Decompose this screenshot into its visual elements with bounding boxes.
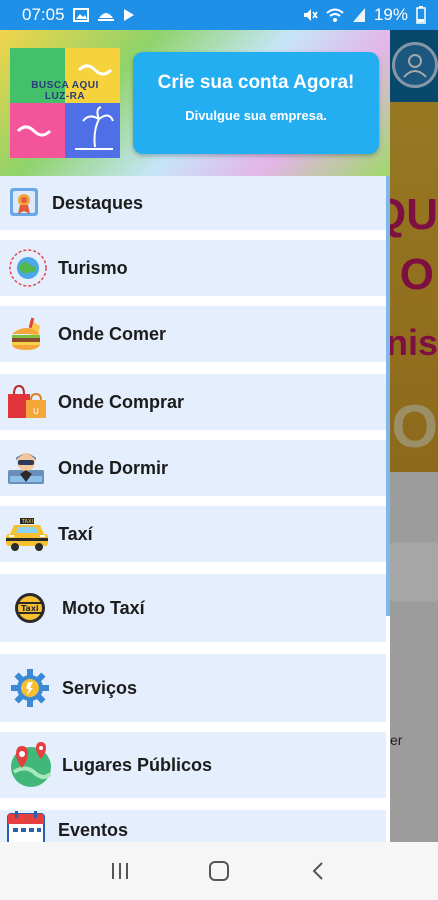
- svg-text:Taxi: Taxi: [21, 604, 39, 613]
- menu-item-onde-comer[interactable]: Onde Comer: [0, 306, 386, 362]
- food-icon: [8, 314, 48, 354]
- moto-taxi-icon: Taxi: [14, 592, 46, 624]
- menu-label-onde-dormir: Onde Dormir: [58, 457, 169, 478]
- menu-item-servicos[interactable]: Serviços: [0, 654, 386, 722]
- create-account-button[interactable]: Crie sua conta Agora! Divulgue sua empre…: [133, 52, 379, 154]
- create-account-title: Crie sua conta Agora!: [157, 72, 355, 93]
- status-time: 07:05: [22, 5, 65, 24]
- menu-label-lugares-publicos: Lugares Públicos: [62, 754, 213, 775]
- mute-icon: [302, 7, 318, 23]
- menu-label-destaques: Destaques: [52, 192, 144, 213]
- logo-text-line1: BUSCA AQUI: [31, 80, 99, 91]
- menu-item-destaques[interactable]: Destaques: [0, 176, 386, 230]
- navigation-drawer: BUSCA AQUI LUZ-RA Crie sua conta Agora! …: [0, 30, 390, 842]
- recent-apps-button[interactable]: [100, 851, 140, 891]
- menu-label-onde-comprar: Onde Comprar: [58, 391, 185, 412]
- home-button[interactable]: [199, 851, 239, 891]
- battery-icon: [416, 6, 426, 24]
- menu-item-eventos[interactable]: Eventos: [0, 810, 386, 842]
- menu-label-servicos: Serviços: [62, 677, 138, 698]
- calendar-icon: [6, 810, 46, 842]
- app-logo[interactable]: [10, 48, 120, 158]
- play-notification-icon: [123, 8, 135, 22]
- menu-item-taxi[interactable]: TAXI Taxí: [0, 506, 386, 562]
- menu-label-moto-taxi: Moto Taxí: [62, 597, 145, 618]
- drawer-header: BUSCA AQUI LUZ-RA Crie sua conta Agora! …: [0, 30, 390, 176]
- svg-text:U: U: [33, 407, 39, 416]
- logo-text-line2: LUZ-RA: [44, 91, 86, 102]
- shopping-bags-icon: U: [6, 384, 48, 420]
- menu-item-moto-taxi[interactable]: Taxi Moto Taxí: [0, 574, 386, 642]
- drawer-menu: Destaques Turismo Onde Comer U Onde Comp…: [0, 176, 390, 842]
- battery-percent: 19%: [373, 5, 408, 24]
- sleep-icon: [6, 448, 46, 488]
- menu-item-onde-comprar[interactable]: U Onde Comprar: [0, 374, 386, 430]
- logo-text: BUSCA AQUI LUZ-RA: [10, 80, 120, 102]
- menu-label-taxi: Taxí: [58, 523, 93, 544]
- status-bar: 07:05 19%: [0, 0, 438, 30]
- system-navigation-bar: [0, 842, 438, 900]
- globe-icon: [8, 248, 48, 288]
- signal-icon: [352, 7, 366, 23]
- svg-text:TAXI: TAXI: [21, 519, 33, 525]
- image-notification-icon: [72, 8, 89, 22]
- menu-item-turismo[interactable]: Turismo: [0, 240, 386, 296]
- logo-tile-pink: [10, 103, 65, 158]
- menu-label-eventos: Eventos: [58, 820, 129, 840]
- award-icon: [8, 186, 40, 220]
- gear-icon: [10, 668, 50, 708]
- drawer-scrollbar[interactable]: [386, 176, 390, 616]
- menu-item-lugares-publicos[interactable]: Lugares Públicos: [0, 732, 386, 798]
- menu-item-onde-dormir[interactable]: Onde Dormir: [0, 440, 386, 496]
- menu-label-turismo: Turismo: [58, 257, 128, 278]
- create-account-subtitle: Divulgue sua empresa.: [185, 108, 327, 123]
- map-pin-icon: [8, 742, 54, 788]
- weather-notification-icon: [97, 8, 115, 22]
- back-button[interactable]: [298, 851, 338, 891]
- logo-tile-blue: [65, 103, 120, 158]
- taxi-icon: TAXI: [4, 516, 50, 552]
- wifi-icon: [326, 7, 344, 23]
- menu-label-onde-comer: Onde Comer: [58, 323, 167, 344]
